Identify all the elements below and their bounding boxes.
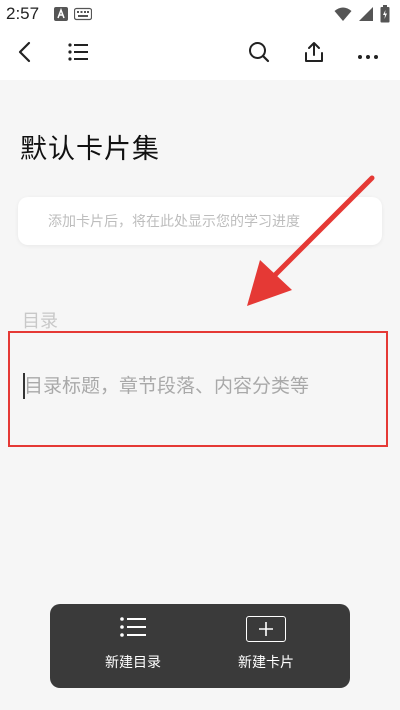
status-time: 2:57 (6, 4, 40, 23)
share-button[interactable] (300, 40, 328, 68)
new-card-button[interactable]: 新建卡片 (206, 616, 326, 680)
status-icons-left (54, 6, 93, 25)
status-icons-right (334, 5, 390, 27)
wifi-icon (334, 6, 352, 26)
battery-icon (380, 5, 390, 27)
text-caret (23, 373, 25, 399)
search-button[interactable] (245, 40, 273, 68)
page-title: 默认卡片集 (20, 134, 160, 165)
bottom-action-bar: 新建目录 新建卡片 (50, 604, 350, 688)
back-icon (16, 41, 36, 67)
toc-label: 目录 (22, 311, 58, 332)
progress-card: 添加卡片后，将在此处显示您的学习进度 (18, 197, 382, 245)
toc-title-input[interactable] (22, 371, 374, 401)
more-button[interactable] (354, 40, 382, 68)
new-toc-label: 新建目录 (105, 655, 161, 671)
toc-input-highlight-box (8, 331, 388, 447)
catalog-button[interactable] (64, 40, 92, 68)
keyboard-icon (73, 6, 93, 25)
new-card-label: 新建卡片 (238, 655, 294, 671)
new-toc-button[interactable]: 新建目录 (73, 616, 193, 680)
search-icon (248, 41, 270, 67)
a-notification-icon (54, 6, 68, 25)
signal-icon (358, 6, 374, 26)
share-icon (303, 41, 325, 67)
progress-placeholder-text: 添加卡片后，将在此处显示您的学习进度 (48, 214, 300, 230)
top-toolbar (0, 28, 400, 80)
plus-card-icon (246, 616, 286, 642)
more-icon (357, 45, 379, 64)
status-bar: 2:57 (0, 0, 400, 28)
toc-list-icon (119, 616, 147, 642)
list-icon (67, 42, 89, 66)
back-button[interactable] (12, 40, 40, 68)
